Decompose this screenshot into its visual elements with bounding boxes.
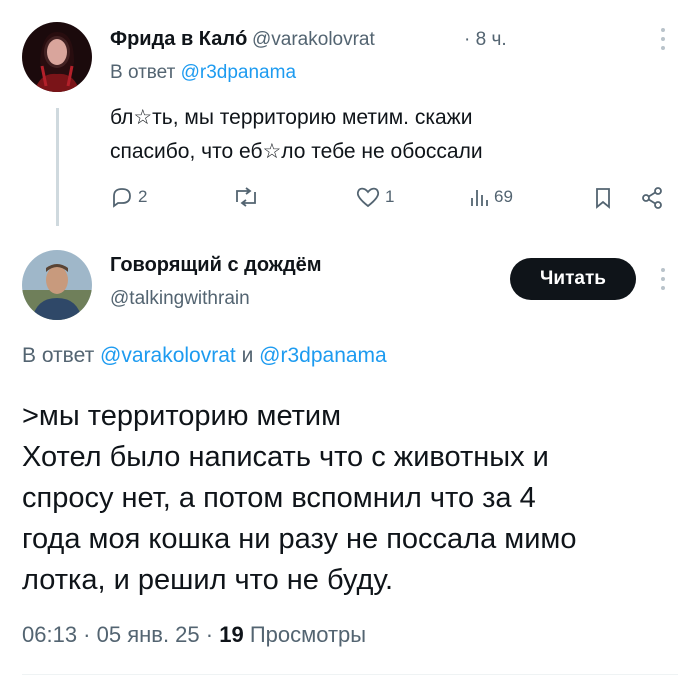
author-handle[interactable]: @varakolovrat	[252, 29, 375, 51]
tweet-text-line: Хотел было написать что с животных и	[22, 441, 549, 473]
tweet-text-line: года моя кошка ни разу не поссала мимо	[22, 523, 577, 555]
author-name[interactable]: Говорящий с дождём	[110, 254, 322, 277]
share-icon	[642, 187, 662, 209]
divider	[22, 674, 678, 675]
reply-to-link[interactable]: @r3dpanama	[181, 62, 296, 83]
reply-button[interactable]: 2	[110, 186, 147, 208]
reply-context: В ответ @varakolovrat и @r3dpanama	[22, 344, 387, 368]
reply-to-link[interactable]: @r3dpanama	[259, 344, 387, 367]
author-name[interactable]: Фрида в Калó	[110, 28, 247, 51]
like-count: 1	[385, 187, 395, 206]
reply-joiner: и	[241, 344, 254, 367]
tweet-text-line: спросу нет, а потом вспомнил что за 4	[22, 482, 536, 514]
tweet-text-line: >мы территорию метим	[22, 400, 342, 432]
thread-line	[56, 108, 59, 226]
author-handle[interactable]: @talkingwithrain	[110, 288, 250, 310]
more-icon[interactable]	[660, 268, 666, 290]
views-count: 19	[219, 622, 244, 647]
like-icon	[356, 187, 380, 208]
reply-to-link[interactable]: @varakolovrat	[100, 344, 236, 367]
tweet-text-line: лотка, и решил что не буду.	[22, 564, 394, 596]
views-button[interactable]: 69	[468, 186, 513, 208]
follow-button[interactable]: Читать	[510, 258, 636, 300]
post-time[interactable]: · 8 ч.	[464, 29, 507, 51]
reply-prefix: В ответ	[110, 62, 176, 83]
reply-context: В ответ @r3dpanama	[110, 62, 296, 84]
views-count: 69	[494, 187, 513, 206]
bookmark-icon	[596, 188, 610, 209]
views-icon	[471, 190, 488, 206]
repost-icon	[236, 187, 256, 207]
share-button[interactable]	[640, 186, 664, 210]
avatar[interactable]	[22, 22, 92, 92]
tweet-text-line: бл☆ть, мы территорию метим. скажи	[110, 106, 473, 129]
tweet-text: бл☆ть, мы территорию метим. скажи спасиб…	[110, 101, 483, 169]
repost-button[interactable]	[232, 186, 264, 208]
tweet-text-line: спасибо, что еб☆ло тебе не обоссали	[110, 140, 483, 163]
bookmark-button[interactable]	[593, 186, 613, 210]
post-timestamp[interactable]: 06:13 · 05 янв. 25 ·	[22, 622, 213, 647]
views-label: Просмотры	[249, 622, 367, 647]
reply-icon	[113, 188, 131, 208]
tweet-text: >мы территорию метим Хотел было написать…	[22, 396, 672, 601]
reply-count: 2	[138, 187, 148, 206]
more-icon[interactable]	[660, 28, 666, 50]
reply-prefix: В ответ	[22, 344, 95, 367]
like-button[interactable]: 1	[355, 186, 394, 208]
avatar[interactable]	[22, 250, 92, 320]
post-meta: 06:13 · 05 янв. 25 · 19 Просмотры	[22, 622, 366, 648]
